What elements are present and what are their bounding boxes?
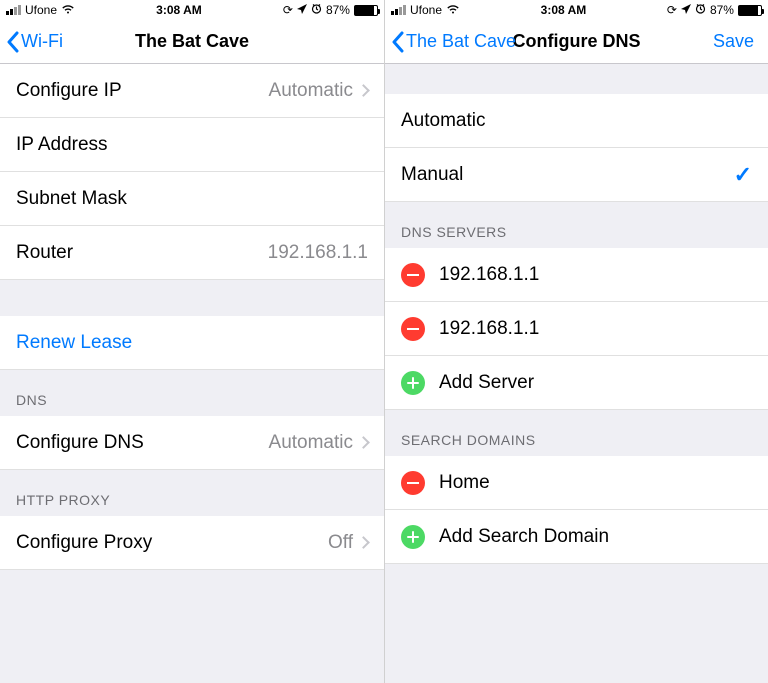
dns-servers-header: DNS SERVERS <box>385 202 768 248</box>
chevron-left-icon <box>6 31 19 53</box>
configure-dns-label: Configure DNS <box>16 432 144 454</box>
search-domain-value: Home <box>439 472 490 494</box>
back-button[interactable]: Wi-Fi <box>6 20 63 63</box>
router-value: 192.168.1.1 <box>268 242 368 264</box>
dns-section-header: DNS <box>0 370 384 416</box>
router-label: Router <box>16 242 73 264</box>
clock: 3:08 AM <box>156 3 202 17</box>
configure-proxy-row[interactable]: Configure Proxy Off <box>0 516 384 570</box>
subnet-mask-row[interactable]: Subnet Mask <box>0 172 384 226</box>
dns-server-value: 192.168.1.1 <box>439 264 539 286</box>
wifi-detail-screen: Ufone 3:08 AM ⟳ 87% Wi-Fi The Bat Cave C… <box>0 0 384 683</box>
save-button[interactable]: Save <box>713 20 754 63</box>
ip-address-row[interactable]: IP Address <box>0 118 384 172</box>
rotation-lock-icon: ⟳ <box>283 3 293 17</box>
wifi-icon <box>61 3 75 17</box>
nav-title: The Bat Cave <box>135 31 249 52</box>
router-row[interactable]: Router 192.168.1.1 <box>0 226 384 280</box>
ip-address-label: IP Address <box>16 134 108 156</box>
wifi-icon <box>446 3 460 17</box>
manual-label: Manual <box>401 164 463 186</box>
renew-lease-button[interactable]: Renew Lease <box>0 316 384 370</box>
alarm-icon <box>695 3 706 17</box>
checkmark-icon: ✓ <box>734 162 752 188</box>
add-search-domain-label: Add Search Domain <box>439 526 609 548</box>
location-icon <box>681 3 691 17</box>
configure-dns-screen: Ufone 3:08 AM ⟳ 87% The Bat Cave Configu… <box>384 0 768 683</box>
delete-icon[interactable] <box>401 317 425 341</box>
configure-proxy-value: Off <box>328 532 353 554</box>
back-label: Wi-Fi <box>21 31 63 52</box>
nav-bar: The Bat Cave Configure DNS Save <box>385 20 768 64</box>
configure-dns-row[interactable]: Configure DNS Automatic <box>0 416 384 470</box>
battery-icon <box>738 5 762 16</box>
configure-ip-value: Automatic <box>269 80 353 102</box>
signal-icon <box>6 5 21 15</box>
renew-lease-label: Renew Lease <box>16 332 132 354</box>
dns-option-manual[interactable]: Manual ✓ <box>385 148 768 202</box>
carrier-label: Ufone <box>25 3 57 17</box>
battery-pct-label: 87% <box>710 3 734 17</box>
dns-option-automatic[interactable]: Automatic <box>385 94 768 148</box>
nav-bar: Wi-Fi The Bat Cave <box>0 20 384 64</box>
configure-proxy-label: Configure Proxy <box>16 532 152 554</box>
add-server-label: Add Server <box>439 372 534 394</box>
configure-ip-row[interactable]: Configure IP Automatic <box>0 64 384 118</box>
add-icon[interactable] <box>401 371 425 395</box>
carrier-label: Ufone <box>410 3 442 17</box>
chevron-right-icon <box>357 536 370 549</box>
battery-pct-label: 87% <box>326 3 350 17</box>
chevron-left-icon <box>391 31 404 53</box>
back-button[interactable]: The Bat Cave <box>391 20 516 63</box>
status-bar: Ufone 3:08 AM ⟳ 87% <box>0 0 384 20</box>
clock: 3:08 AM <box>541 3 587 17</box>
dns-server-row[interactable]: 192.168.1.1 <box>385 302 768 356</box>
save-label: Save <box>713 31 754 52</box>
search-domains-header: SEARCH DOMAINS <box>385 410 768 456</box>
configure-ip-label: Configure IP <box>16 80 122 102</box>
alarm-icon <box>311 3 322 17</box>
delete-icon[interactable] <box>401 263 425 287</box>
add-server-row[interactable]: Add Server <box>385 356 768 410</box>
http-proxy-section-header: HTTP PROXY <box>0 470 384 516</box>
nav-title: Configure DNS <box>513 31 641 52</box>
location-icon <box>297 3 307 17</box>
add-icon[interactable] <box>401 525 425 549</box>
dns-server-value: 192.168.1.1 <box>439 318 539 340</box>
back-label: The Bat Cave <box>406 31 516 52</box>
search-domain-row[interactable]: Home <box>385 456 768 510</box>
configure-dns-value: Automatic <box>269 432 353 454</box>
subnet-mask-label: Subnet Mask <box>16 188 127 210</box>
signal-icon <box>391 5 406 15</box>
delete-icon[interactable] <box>401 471 425 495</box>
chevron-right-icon <box>357 436 370 449</box>
chevron-right-icon <box>357 84 370 97</box>
rotation-lock-icon: ⟳ <box>667 3 677 17</box>
status-bar: Ufone 3:08 AM ⟳ 87% <box>385 0 768 20</box>
add-search-domain-row[interactable]: Add Search Domain <box>385 510 768 564</box>
automatic-label: Automatic <box>401 110 485 132</box>
dns-server-row[interactable]: 192.168.1.1 <box>385 248 768 302</box>
battery-icon <box>354 5 378 16</box>
